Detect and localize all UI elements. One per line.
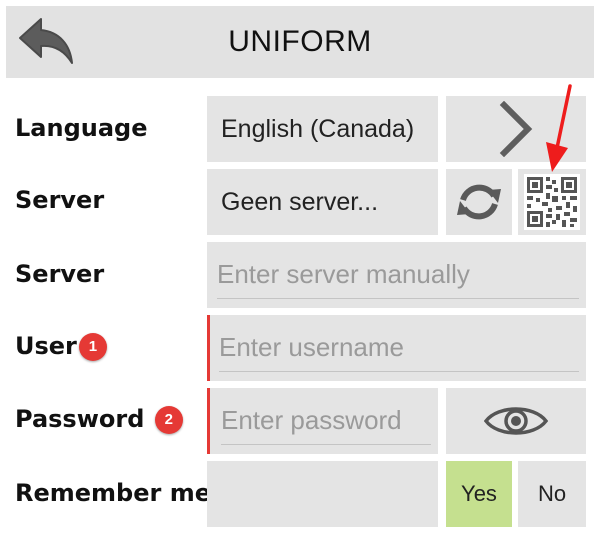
- password-label: Password 2: [15, 405, 183, 434]
- user-label-text: User: [15, 332, 77, 360]
- user-number-badge: 1: [78, 333, 107, 361]
- language-label: Language: [15, 114, 148, 142]
- remember-me-label: Remember me: [15, 479, 211, 507]
- password-field-container: [207, 388, 438, 454]
- user-field-container: [207, 315, 586, 381]
- app-header: UNIFORM: [6, 6, 594, 78]
- password-label-text: Password: [15, 405, 145, 433]
- chevron-right-icon: [499, 101, 533, 157]
- annotation-arrow-icon: [546, 84, 572, 172]
- server-select[interactable]: Geen server...: [207, 169, 438, 235]
- language-value: English (Canada): [221, 114, 415, 143]
- user-required-marker: [207, 315, 210, 381]
- eye-icon: [484, 407, 548, 435]
- server-select-label: Server: [15, 186, 105, 214]
- server-select-value: Geen server...: [221, 187, 379, 216]
- refresh-button[interactable]: [446, 169, 512, 235]
- password-required-marker: [207, 388, 210, 454]
- remember-no-button[interactable]: No: [518, 461, 586, 527]
- password-number-badge: 2: [154, 406, 183, 434]
- refresh-icon: [457, 184, 501, 220]
- qr-code-icon: [524, 174, 580, 230]
- qr-scan-button[interactable]: [518, 169, 586, 235]
- server-manual-underline: [217, 298, 579, 299]
- username-input[interactable]: [219, 329, 577, 365]
- show-password-button[interactable]: [446, 388, 586, 454]
- user-label: User 1: [15, 332, 107, 361]
- server-manual-input[interactable]: [217, 256, 577, 292]
- server-manual-field-container: [207, 242, 586, 308]
- page-title: UNIFORM: [228, 25, 372, 58]
- server-manual-label: Server: [15, 260, 105, 288]
- username-underline: [219, 371, 579, 372]
- password-underline: [221, 444, 431, 445]
- remember-yes-button[interactable]: Yes: [446, 461, 512, 527]
- password-input[interactable]: [221, 402, 431, 438]
- language-select[interactable]: English (Canada): [207, 96, 438, 162]
- remember-me-spacer: [207, 461, 438, 527]
